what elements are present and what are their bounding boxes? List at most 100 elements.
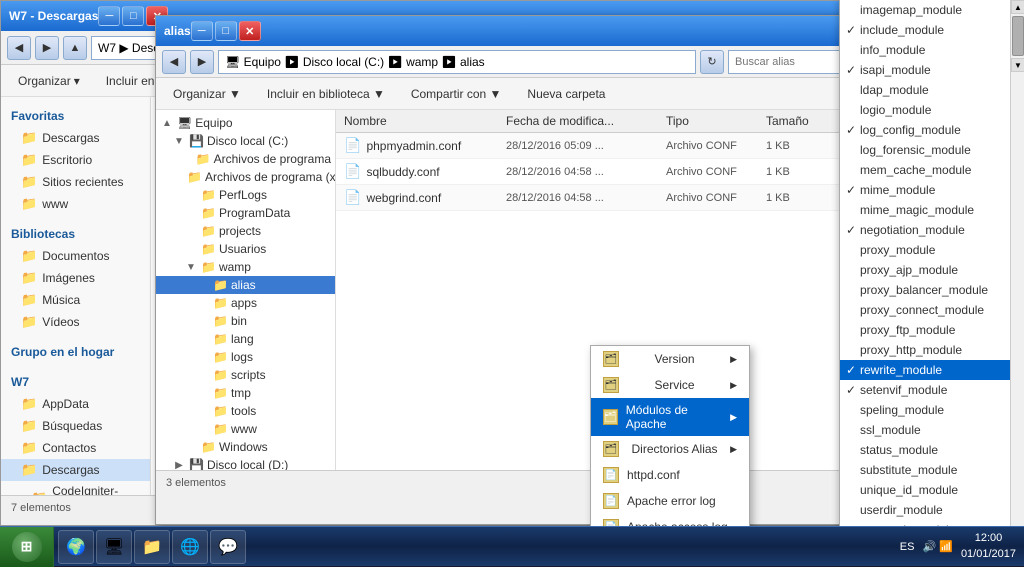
module-item-10[interactable]: mime_magic_module	[840, 200, 1024, 220]
group-title[interactable]: Grupo en el hogar	[1, 341, 150, 363]
refresh-button-2[interactable]: ↻	[700, 50, 724, 74]
sidebar-item-descargas-w7[interactable]: 📁Descargas	[1, 459, 150, 481]
sidebar-item-codeigniter[interactable]: 📁CodeIgniter-3.1.0	[1, 481, 150, 495]
module-item-6[interactable]: log_config_module	[840, 120, 1024, 140]
include-button-2[interactable]: Incluir en biblioteca ▼	[258, 83, 394, 105]
sidebar-item-descargas[interactable]: 📁Descargas	[1, 127, 150, 149]
module-item-15[interactable]: proxy_connect_module	[840, 300, 1024, 320]
module-item-8[interactable]: mem_cache_module	[840, 160, 1024, 180]
tree-item-tmp[interactable]: 📁 tmp	[156, 384, 335, 402]
taskbar-item-2[interactable]: 🖥	[96, 530, 132, 564]
module-item-0[interactable]: imagemap_module	[840, 0, 1024, 20]
taskbar-item-1[interactable]: 🌍	[58, 530, 94, 564]
forward-button-1[interactable]: ▶	[35, 36, 59, 60]
tree-item-archivos[interactable]: 📁 Archivos de programa	[156, 150, 335, 168]
close-button-2[interactable]: ✕	[239, 21, 261, 41]
sidebar-item-contactos[interactable]: 📁Contactos	[1, 437, 150, 459]
sidebar-item-sitios[interactable]: 📁Sitios recientes	[1, 171, 150, 193]
module-item-14[interactable]: proxy_balancer_module	[840, 280, 1024, 300]
libraries-title[interactable]: Bibliotecas	[1, 223, 150, 245]
col-name[interactable]: Nombre	[344, 114, 506, 128]
tree-item-bin[interactable]: 📁 bin	[156, 312, 335, 330]
file-row[interactable]: 📄 sqlbuddy.conf 28/12/2016 04:58 ... Arc…	[336, 159, 854, 185]
module-item-16[interactable]: proxy_ftp_module	[840, 320, 1024, 340]
module-item-9[interactable]: mime_module	[840, 180, 1024, 200]
maximize-button-2[interactable]: □	[215, 21, 237, 41]
module-item-23[interactable]: substitute_module	[840, 460, 1024, 480]
tree-item-disco-d[interactable]: ▶ 💾 Disco local (D:)	[156, 456, 335, 470]
taskbar-item-5[interactable]: 💬	[210, 530, 246, 564]
sidebar-item-appdata[interactable]: 📁AppData	[1, 393, 150, 415]
forward-button-2[interactable]: ▶	[190, 50, 214, 74]
share-button-2[interactable]: Compartir con ▼	[402, 83, 511, 105]
tree-item-disco-c[interactable]: ▼ 💾 Disco local (C:)	[156, 132, 335, 150]
w7-title[interactable]: W7	[1, 371, 150, 393]
organize-button-1[interactable]: Organizar ▾	[9, 70, 89, 92]
back-button-2[interactable]: ◀	[162, 50, 186, 74]
sidebar-item-videos[interactable]: 📁Vídeos	[1, 311, 150, 333]
module-item-18[interactable]: rewrite_module	[840, 360, 1024, 380]
menu-item-modulos[interactable]: 🗂 Módulos de Apache	[591, 398, 749, 436]
module-item-4[interactable]: ldap_module	[840, 80, 1024, 100]
tree-item-archivos-x86[interactable]: 📁 Archivos de programa (x86)	[156, 168, 335, 186]
scroll-thumb[interactable]	[1012, 16, 1024, 56]
module-item-12[interactable]: proxy_module	[840, 240, 1024, 260]
tree-item-alias[interactable]: 📁 alias	[156, 276, 335, 294]
sidebar-item-busquedas[interactable]: 📁Búsquedas	[1, 415, 150, 437]
sidebar-item-documentos[interactable]: 📁Documentos	[1, 245, 150, 267]
minimize-button-2[interactable]: ─	[191, 21, 213, 41]
sidebar-item-escritorio[interactable]: 📁Escritorio	[1, 149, 150, 171]
start-button[interactable]: ⊞	[0, 527, 54, 567]
tree-item-www[interactable]: 📁 www	[156, 420, 335, 438]
module-item-21[interactable]: ssl_module	[840, 420, 1024, 440]
module-item-19[interactable]: setenvif_module	[840, 380, 1024, 400]
scrollbar[interactable]: ▲ ▼	[1010, 0, 1024, 566]
tree-item-projects[interactable]: 📁 projects	[156, 222, 335, 240]
module-item-22[interactable]: status_module	[840, 440, 1024, 460]
back-button-1[interactable]: ◀	[7, 36, 31, 60]
sidebar-item-www[interactable]: 📁www	[1, 193, 150, 215]
tree-item-apps[interactable]: 📁 apps	[156, 294, 335, 312]
tree-item-tools[interactable]: 📁 tools	[156, 402, 335, 420]
menu-item-version[interactable]: 🗂 Version	[591, 346, 749, 372]
col-size[interactable]: Tamaño	[766, 114, 846, 128]
menu-item-directorios[interactable]: 🗂 Directorios Alias	[591, 436, 749, 462]
scroll-down-button[interactable]: ▼	[1011, 58, 1024, 72]
tree-item-windows[interactable]: 📁 Windows	[156, 438, 335, 456]
tree-item-scripts[interactable]: 📁 scripts	[156, 366, 335, 384]
module-item-24[interactable]: unique_id_module	[840, 480, 1024, 500]
maximize-button-1[interactable]: □	[122, 6, 144, 26]
scroll-up-button[interactable]: ▲	[1011, 0, 1024, 14]
taskbar-item-3[interactable]: 📁	[134, 530, 170, 564]
tree-item-lang[interactable]: 📁 lang	[156, 330, 335, 348]
menu-item-httpd[interactable]: 📄 httpd.conf	[591, 462, 749, 488]
up-button-1[interactable]: ▲	[63, 36, 87, 60]
module-item-1[interactable]: include_module	[840, 20, 1024, 40]
module-item-13[interactable]: proxy_ajp_module	[840, 260, 1024, 280]
col-type[interactable]: Tipo	[666, 114, 766, 128]
col-date[interactable]: Fecha de modifica...	[506, 114, 666, 128]
module-item-2[interactable]: info_module	[840, 40, 1024, 60]
menu-item-error-log[interactable]: 📄 Apache error log	[591, 488, 749, 514]
organize-button-2[interactable]: Organizar ▼	[164, 83, 250, 105]
file-row[interactable]: 📄 webgrind.conf 28/12/2016 04:58 ... Arc…	[336, 185, 854, 211]
module-item-25[interactable]: userdir_module	[840, 500, 1024, 520]
sidebar-item-imagenes[interactable]: 📁Imágenes	[1, 267, 150, 289]
module-item-20[interactable]: speling_module	[840, 400, 1024, 420]
new-folder-button-2[interactable]: Nueva carpeta	[518, 83, 614, 105]
module-item-7[interactable]: log_forensic_module	[840, 140, 1024, 160]
module-item-17[interactable]: proxy_http_module	[840, 340, 1024, 360]
minimize-button-1[interactable]: ─	[98, 6, 120, 26]
taskbar-item-4[interactable]: 🌐	[172, 530, 208, 564]
module-item-5[interactable]: logio_module	[840, 100, 1024, 120]
menu-item-service[interactable]: 🗂 Service	[591, 372, 749, 398]
tree-item-equipo[interactable]: ▲ 🖥 Equipo	[156, 114, 335, 132]
tree-item-perflogs[interactable]: 📁 PerfLogs	[156, 186, 335, 204]
tree-item-logs[interactable]: 📁 logs	[156, 348, 335, 366]
favorites-title[interactable]: Favoritas	[1, 105, 150, 127]
tree-item-wamp[interactable]: ▼ 📁 wamp	[156, 258, 335, 276]
file-row[interactable]: 📄 phpmyadmin.conf 28/12/2016 05:09 ... A…	[336, 133, 854, 159]
search-input-2[interactable]	[728, 50, 848, 74]
sidebar-item-musica[interactable]: 📁Música	[1, 289, 150, 311]
tree-item-usuarios[interactable]: 📁 Usuarios	[156, 240, 335, 258]
